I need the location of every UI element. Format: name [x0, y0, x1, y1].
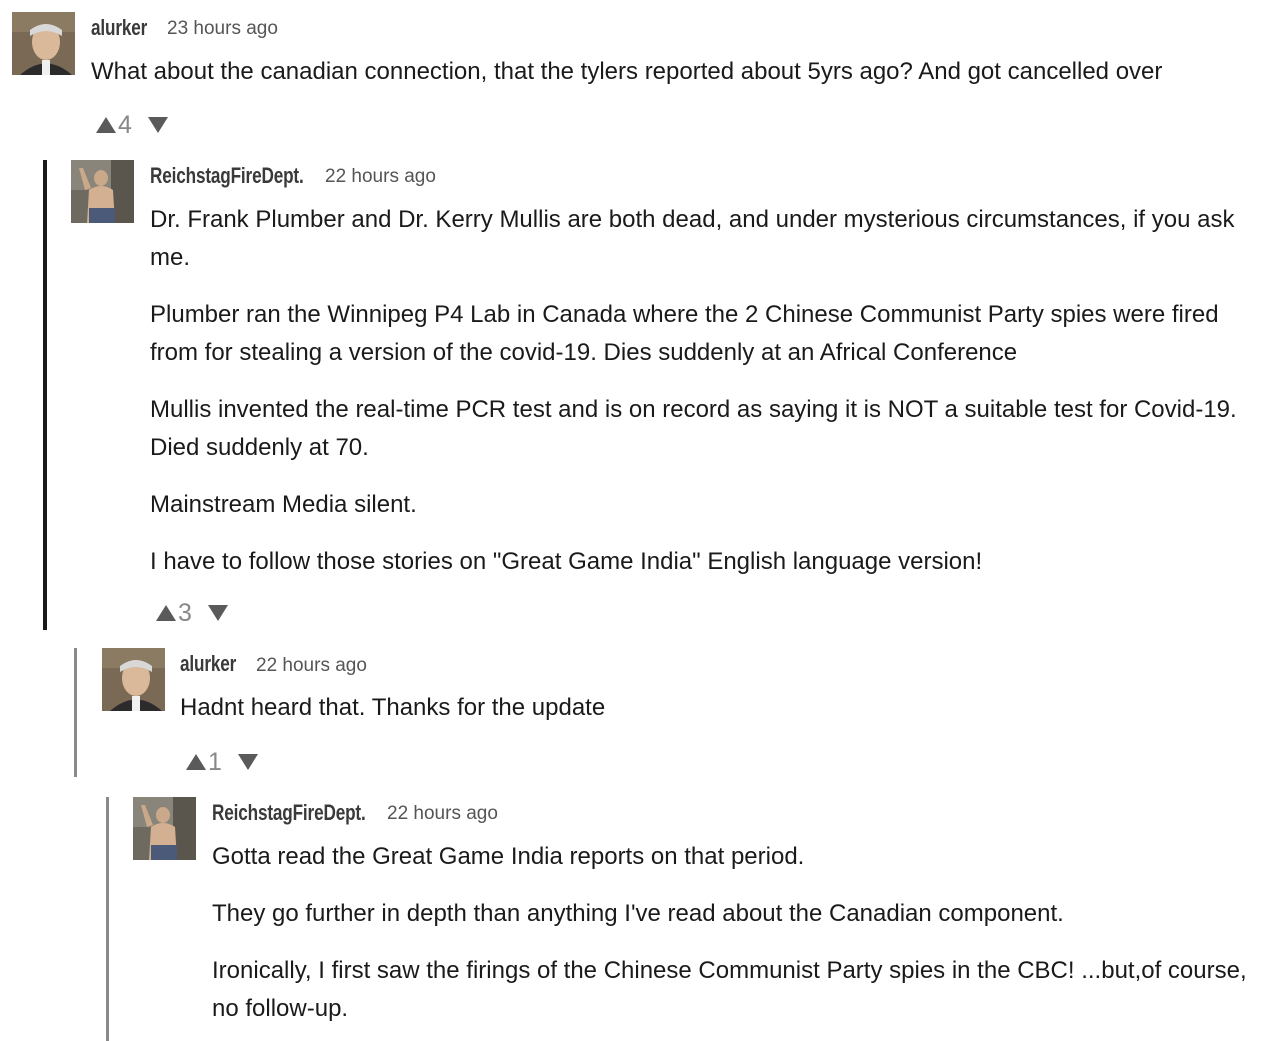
- upvote-icon[interactable]: [186, 754, 206, 770]
- thread-line: [106, 797, 109, 1041]
- comment-username[interactable]: ReichstagFireDept.: [212, 800, 366, 826]
- comment-paragraph: Mullis invented the real-time PCR test a…: [150, 396, 1237, 461]
- comment-username[interactable]: alurker: [91, 15, 147, 41]
- comment-paragraph: They go further in depth than anything I…: [212, 900, 1064, 927]
- vote-controls: 1: [186, 747, 258, 777]
- avatar[interactable]: [102, 648, 165, 711]
- comment-paragraph: Ironically, I first saw the firings of t…: [212, 957, 1247, 1022]
- vote-count: 1: [208, 747, 222, 776]
- vote-count: 3: [178, 598, 192, 627]
- comment-paragraph: Plumber ran the Winnipeg P4 Lab in Canad…: [150, 301, 1219, 366]
- vote-count: 4: [118, 110, 132, 139]
- vote-controls: 4: [96, 110, 168, 140]
- downvote-icon[interactable]: [207, 605, 228, 621]
- comment-username[interactable]: ReichstagFireDept.: [150, 163, 304, 189]
- comment-paragraph: Dr. Frank Plumber and Dr. Kerry Mullis a…: [150, 206, 1235, 271]
- comment-paragraph: Mainstream Media silent.: [150, 491, 417, 518]
- avatar[interactable]: [133, 797, 196, 860]
- upvote-icon[interactable]: [96, 117, 116, 133]
- avatar[interactable]: [12, 12, 75, 75]
- comment-body: Dr. Frank Plumber and Dr. Kerry Mullis a…: [150, 201, 1260, 581]
- comment-timestamp[interactable]: 22 hours ago: [325, 166, 436, 188]
- thread-line: [43, 160, 47, 630]
- comment-timestamp[interactable]: 22 hours ago: [256, 655, 367, 677]
- comment-paragraph: Gotta read the Great Game India reports …: [212, 843, 805, 870]
- comment-timestamp[interactable]: 23 hours ago: [167, 18, 278, 40]
- comment-paragraph: Hadnt heard that. Thanks for the update: [180, 694, 606, 721]
- comment-body: What about the canadian connection, that…: [91, 53, 1266, 91]
- comment-body: Hadnt heard that. Thanks for the update: [180, 689, 1260, 727]
- vote-controls: 3: [156, 598, 228, 628]
- comment-timestamp[interactable]: 22 hours ago: [387, 803, 498, 825]
- comment-body: Gotta read the Great Game India reports …: [212, 838, 1262, 1028]
- comment-paragraph: I have to follow those stories on "Great…: [150, 548, 983, 575]
- avatar[interactable]: [71, 160, 134, 223]
- thread-line: [74, 648, 77, 777]
- comment-username[interactable]: alurker: [180, 651, 236, 677]
- downvote-icon[interactable]: [237, 754, 258, 770]
- upvote-icon[interactable]: [156, 605, 176, 621]
- comment-paragraph: What about the canadian connection, that…: [91, 58, 1163, 85]
- downvote-icon[interactable]: [147, 117, 168, 133]
